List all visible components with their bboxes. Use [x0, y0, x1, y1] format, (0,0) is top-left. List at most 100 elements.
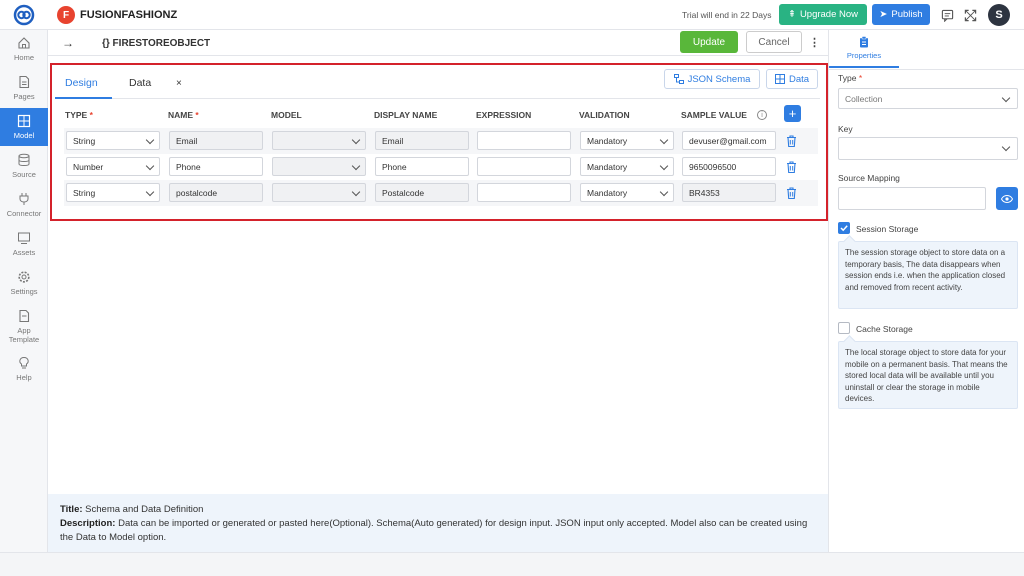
info-icon[interactable]: i — [757, 110, 767, 120]
tab-data[interactable]: Data — [129, 77, 151, 89]
sidebar-item-help[interactable]: Help — [0, 350, 48, 388]
column-header-sample-value: SAMPLE VALUE — [681, 110, 747, 120]
table-row: Number Phone Phone Mandatory 9650096500 — [64, 154, 818, 180]
sidebar-item-label: Source — [12, 170, 36, 179]
validation-select[interactable]: Mandatory — [580, 183, 674, 202]
key-dropdown[interactable] — [838, 137, 1018, 160]
trash-icon[interactable] — [786, 135, 797, 147]
tab-properties[interactable]: Properties — [829, 30, 899, 68]
sidebar-item-source[interactable]: Source — [0, 147, 48, 185]
more-options-icon[interactable]: ⋮ — [809, 36, 820, 49]
validation-select[interactable]: Mandatory — [580, 131, 674, 150]
top-bar: F FUSIONFASHIONZ Trial will end in 22 Da… — [0, 0, 1024, 30]
preview-button[interactable] — [996, 187, 1018, 210]
type-dropdown[interactable]: Collection — [838, 88, 1018, 109]
trash-icon[interactable] — [786, 161, 797, 173]
clipboard-icon — [860, 36, 868, 48]
database-icon — [18, 153, 30, 166]
monitor-icon — [18, 232, 30, 244]
gear-icon — [18, 271, 30, 283]
type-select[interactable]: Number — [66, 157, 160, 176]
type-label: Type * — [838, 73, 862, 83]
expression-input[interactable] — [477, 131, 571, 150]
json-schema-button[interactable]: JSON Schema — [664, 69, 760, 89]
sidebar-item-label: Template — [8, 334, 40, 344]
type-select[interactable]: String — [66, 131, 160, 150]
upgrade-button[interactable]: ⇞ Upgrade Now — [779, 4, 867, 25]
tab-divider — [55, 98, 820, 99]
sidebar-item-label: App — [17, 325, 31, 335]
main-canvas: Design Data × JSON Schema Data TYPE * NA… — [48, 56, 828, 494]
sidebar-item-label: Model — [13, 131, 35, 140]
active-tab-indicator — [55, 97, 112, 99]
file-icon — [19, 309, 30, 322]
plug-icon — [19, 193, 29, 205]
type-select[interactable]: String — [66, 183, 160, 202]
name-input[interactable]: postalcode — [169, 183, 263, 202]
back-arrow-icon[interactable]: → — [62, 36, 74, 50]
expression-input[interactable] — [477, 183, 571, 202]
session-storage-checkbox[interactable] — [838, 222, 850, 234]
send-icon: ➤ — [879, 9, 888, 20]
chat-icon[interactable] — [941, 9, 954, 22]
trash-icon[interactable] — [786, 187, 797, 199]
eye-icon — [1001, 194, 1013, 203]
home-icon — [18, 37, 30, 49]
expression-input[interactable] — [477, 157, 571, 176]
table-icon — [17, 114, 31, 128]
display-name-input[interactable]: Phone — [375, 157, 469, 176]
source-mapping-input[interactable] — [838, 187, 986, 210]
sidebar-item-connector[interactable]: Connector — [0, 186, 48, 224]
sidebar-item-settings[interactable]: Settings — [0, 264, 48, 302]
model-select[interactable] — [272, 183, 366, 202]
display-name-input[interactable]: Postalcode — [375, 183, 469, 202]
publish-label: Publish — [891, 9, 923, 20]
sample-value-input[interactable]: devuser@gmail.com — [682, 131, 776, 150]
publish-button[interactable]: ➤ Publish — [872, 4, 930, 25]
update-button[interactable]: Update — [680, 31, 738, 53]
required-mark: * — [195, 110, 199, 120]
display-name-input[interactable]: Email — [375, 131, 469, 150]
fullscreen-icon[interactable] — [964, 9, 977, 22]
table-row: String postalcode Postalcode Mandatory B… — [64, 180, 818, 206]
schema-editor: Design Data × JSON Schema Data TYPE * NA… — [50, 63, 828, 221]
sidebar-item-model[interactable]: Model — [0, 108, 48, 146]
schema-icon — [673, 74, 684, 84]
json-schema-label: JSON Schema — [687, 73, 751, 85]
sidebar-item-pages[interactable]: Pages — [0, 69, 48, 107]
model-select[interactable] — [272, 131, 366, 150]
sidebar-item-assets[interactable]: Assets — [0, 225, 48, 263]
object-header: → {} FIRESTOREOBJECT Update Cancel ⋮ — [48, 30, 828, 56]
info-desc-text: Data can be imported or generated or pas… — [60, 518, 808, 543]
validation-select[interactable]: Mandatory — [580, 157, 674, 176]
trial-notice: Trial will end in 22 Days — [682, 10, 772, 20]
sidebar-item-label: Pages — [13, 92, 35, 101]
table-row: String Email Email Mandatory devuser@gma… — [64, 128, 818, 154]
platform-logo[interactable] — [0, 0, 48, 30]
bulb-icon — [19, 356, 29, 369]
cache-storage-label: Cache Storage — [856, 324, 913, 334]
column-header-validation: VALIDATION — [579, 110, 630, 120]
tab-design[interactable]: Design — [65, 77, 98, 89]
close-tab-icon[interactable]: × — [176, 78, 182, 89]
column-header-expression: EXPRESSION — [476, 110, 532, 120]
cache-storage-description: The local storage object to store data f… — [838, 341, 1018, 409]
sidebar-item-app-template[interactable]: App Template — [0, 303, 48, 349]
add-field-button[interactable]: + — [784, 105, 801, 122]
avatar[interactable]: S — [988, 4, 1010, 26]
app-name[interactable]: FUSIONFASHIONZ — [80, 9, 177, 21]
sample-value-input[interactable]: BR4353 — [682, 183, 776, 202]
type-label-text: Type — [838, 73, 857, 83]
data-view-button[interactable]: Data — [766, 69, 818, 89]
sidebar-item-home[interactable]: Home — [0, 30, 48, 68]
name-input[interactable]: Phone — [169, 157, 263, 176]
cache-storage-checkbox[interactable] — [838, 322, 850, 334]
info-title: Title: Schema and Data Definition — [60, 503, 816, 517]
sample-value-input[interactable]: 9650096500 — [682, 157, 776, 176]
column-header-name: NAME * — [168, 110, 199, 120]
source-mapping-label: Source Mapping — [838, 173, 900, 183]
required-mark: * — [89, 110, 93, 120]
model-select[interactable] — [272, 157, 366, 176]
name-input[interactable]: Email — [169, 131, 263, 150]
cancel-button[interactable]: Cancel — [746, 31, 802, 53]
